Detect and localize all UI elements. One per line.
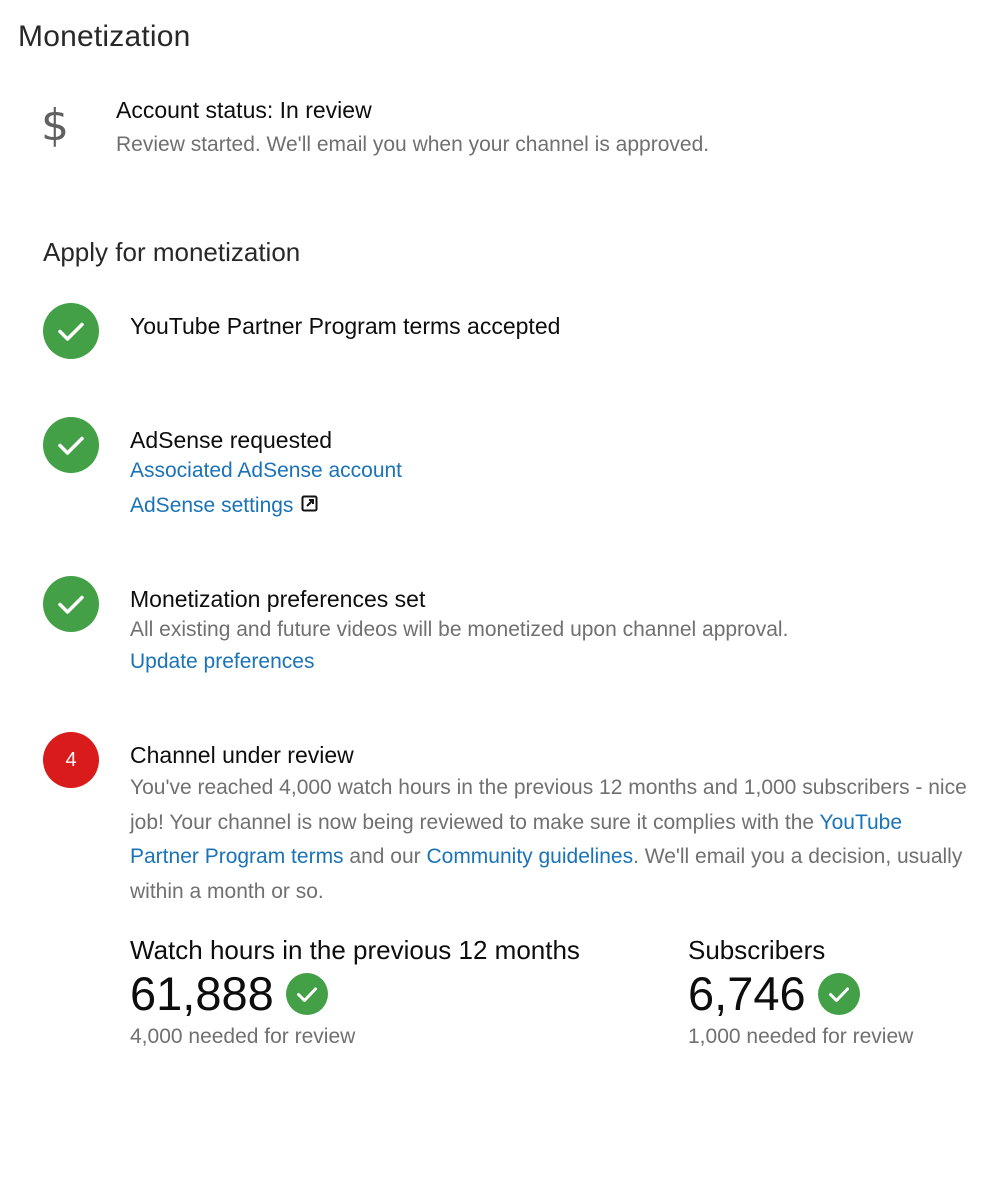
update-preferences-link[interactable]: Update preferences xyxy=(130,650,314,674)
external-link-icon[interactable] xyxy=(301,495,318,517)
step-review-title: Channel under review xyxy=(130,742,354,768)
associated-adsense-link[interactable]: Associated AdSense account xyxy=(130,459,402,483)
community-guidelines-link[interactable]: Community guidelines xyxy=(426,845,633,868)
check-circle-icon xyxy=(43,417,99,473)
step-number-badge: 4 xyxy=(43,732,99,788)
step-adsense-title: AdSense requested xyxy=(130,427,333,453)
review-text-part2: and our xyxy=(343,845,427,868)
check-circle-icon xyxy=(285,973,328,1015)
watch-hours-needed: 4,000 needed for review xyxy=(130,1025,356,1048)
watch-hours-value-row: 61,888 xyxy=(130,966,328,1022)
adsense-settings-row: AdSense settings xyxy=(130,494,318,518)
subscribers-needed: 1,000 needed for review xyxy=(688,1025,914,1048)
step-preferences-title: Monetization preferences set xyxy=(130,586,426,612)
page-title: Monetization xyxy=(18,20,191,53)
dollar-icon: $ xyxy=(41,100,69,151)
account-status-title: Account status: In review xyxy=(116,97,372,123)
check-circle-icon xyxy=(817,973,860,1015)
section-title: Apply for monetization xyxy=(43,237,301,267)
watch-hours-label: Watch hours in the previous 12 months xyxy=(130,935,580,965)
subscribers-label: Subscribers xyxy=(688,935,826,965)
watch-hours-value: 61,888 xyxy=(130,967,274,1020)
step-preferences-description: All existing and future videos will be m… xyxy=(130,618,789,641)
subscribers-value-row: 6,746 xyxy=(688,966,860,1022)
adsense-settings-link[interactable]: AdSense settings xyxy=(130,494,293,517)
step-terms-title: YouTube Partner Program terms accepted xyxy=(130,313,561,339)
subscribers-value: 6,746 xyxy=(688,967,806,1020)
account-status-subtitle: Review started. We'll email you when you… xyxy=(116,133,710,156)
step-review-description: You've reached 4,000 watch hours in the … xyxy=(130,771,970,909)
check-circle-icon xyxy=(43,576,99,632)
check-circle-icon xyxy=(43,303,99,359)
